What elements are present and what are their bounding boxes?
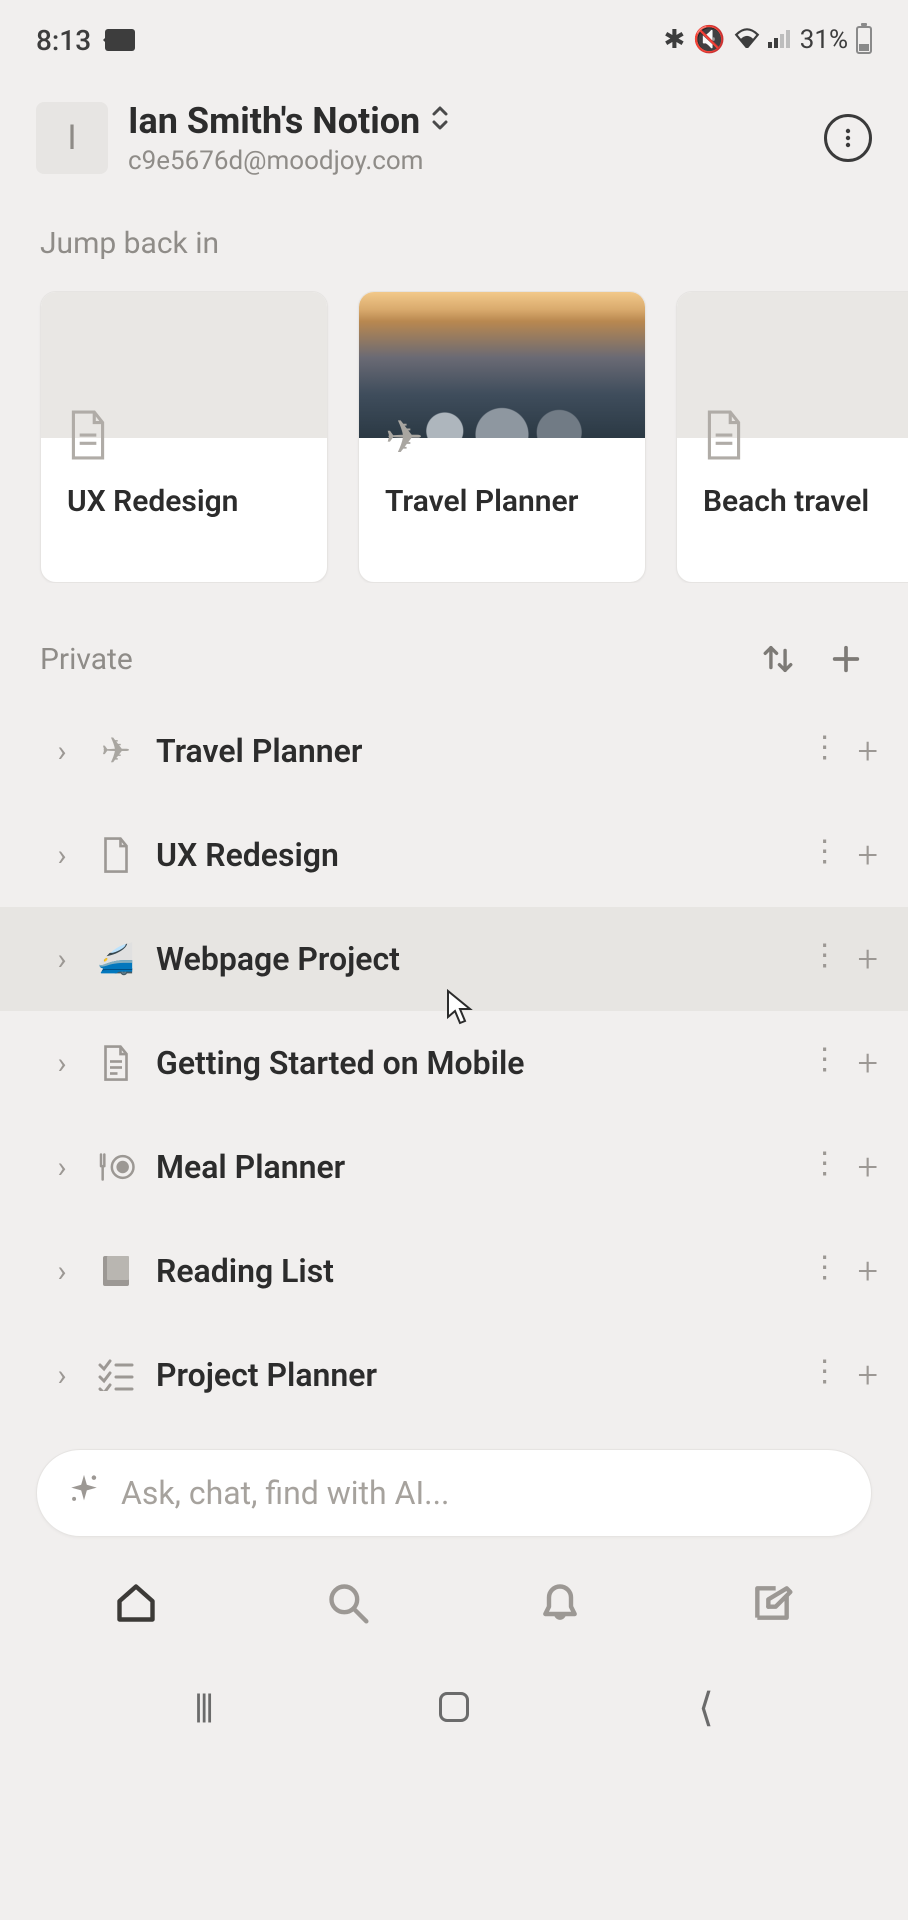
page-title: Project Planner	[156, 1356, 792, 1394]
sort-icon[interactable]	[756, 637, 800, 681]
workspace-title: Ian Smith's Notion	[128, 100, 420, 142]
page-title: Travel Planner	[156, 732, 792, 770]
page-row-getting-started[interactable]: › Getting Started on Mobile ⋮ +	[0, 1011, 908, 1115]
jump-back-row[interactable]: UX Redesign ✈ Travel Planner Beach trave…	[0, 291, 908, 583]
page-row-meal-planner[interactable]: › Meal Planner ⋮ +	[0, 1115, 908, 1219]
add-subpage-icon[interactable]: +	[858, 1354, 878, 1396]
checklist-icon	[94, 1359, 138, 1391]
page-more-icon[interactable]: ⋮	[810, 1042, 838, 1084]
page-title: Getting Started on Mobile	[156, 1044, 792, 1082]
book-icon	[94, 1254, 138, 1288]
page-more-icon[interactable]: ⋮	[810, 730, 838, 772]
train-icon: 🚄	[94, 942, 138, 977]
page-more-icon[interactable]: ⋮	[810, 1354, 838, 1396]
ai-search-bar[interactable]: Ask, chat, find with AI...	[36, 1449, 872, 1537]
jump-back-label: Jump back in	[0, 206, 908, 291]
updown-chevron-icon	[430, 105, 450, 137]
workspace-avatar[interactable]: I	[36, 102, 108, 174]
battery-icon	[856, 26, 872, 54]
page-row-travel-planner[interactable]: › ✈ Travel Planner ⋮ +	[0, 699, 908, 803]
page-row-ux-redesign[interactable]: › UX Redesign ⋮ +	[0, 803, 908, 907]
android-status-bar: 8:13 ✱ 🔇 31%	[0, 0, 908, 80]
camera-recording-icon	[105, 29, 135, 51]
add-subpage-icon[interactable]: +	[858, 1146, 878, 1188]
android-nav-bar: ||| ⟨	[0, 1657, 908, 1757]
add-subpage-icon[interactable]: +	[858, 938, 878, 980]
expand-chevron-icon[interactable]: ›	[48, 838, 76, 873]
wifi-icon	[734, 25, 760, 55]
add-page-icon[interactable]	[824, 637, 868, 681]
expand-chevron-icon[interactable]: ›	[48, 942, 76, 977]
expand-chevron-icon[interactable]: ›	[48, 734, 76, 769]
battery-percent: 31%	[800, 25, 848, 55]
home-tab[interactable]	[106, 1573, 166, 1633]
page-row-webpage-project[interactable]: › 🚄 Webpage Project ⋮ +	[0, 907, 908, 1011]
page-doc-lines-icon	[94, 1045, 138, 1081]
android-home-button[interactable]	[439, 1692, 469, 1722]
jump-back-card[interactable]: UX Redesign	[40, 291, 328, 583]
workspace-header: I Ian Smith's Notion c9e5676d@moodjoy.co…	[0, 80, 908, 206]
expand-chevron-icon[interactable]: ›	[48, 1046, 76, 1081]
page-more-icon[interactable]: ⋮	[810, 1146, 838, 1188]
workspace-email: c9e5676d@moodjoy.com	[128, 146, 824, 176]
page-title: UX Redesign	[156, 836, 792, 874]
add-subpage-icon[interactable]: +	[858, 1250, 878, 1292]
jump-back-card[interactable]: ✈ Travel Planner	[358, 291, 646, 583]
search-tab[interactable]	[318, 1573, 378, 1633]
compose-tab[interactable]	[742, 1573, 802, 1633]
page-title: Reading List	[156, 1252, 792, 1290]
add-subpage-icon[interactable]: +	[858, 1042, 878, 1084]
page-more-icon[interactable]: ⋮	[810, 834, 838, 876]
section-title[interactable]: Private	[40, 642, 133, 677]
page-doc-icon	[703, 410, 745, 472]
add-subpage-icon[interactable]: +	[858, 730, 878, 772]
expand-chevron-icon[interactable]: ›	[48, 1254, 76, 1289]
page-title: Meal Planner	[156, 1148, 792, 1186]
section-private-header: Private	[0, 583, 908, 699]
page-doc-icon	[94, 837, 138, 873]
meal-icon	[94, 1150, 138, 1184]
expand-chevron-icon[interactable]: ›	[48, 1358, 76, 1393]
card-title: Travel Planner	[385, 484, 619, 519]
android-recents-button[interactable]: |||	[194, 1687, 211, 1727]
sparkle-icon	[67, 1472, 101, 1515]
page-title: Webpage Project	[156, 940, 792, 978]
bluetooth-icon: ✱	[664, 25, 686, 55]
more-menu-button[interactable]	[824, 114, 872, 162]
status-time: 8:13	[36, 24, 91, 57]
plane-icon: ✈	[385, 410, 424, 465]
page-more-icon[interactable]: ⋮	[810, 938, 838, 980]
mute-icon: 🔇	[693, 25, 725, 55]
page-row-project-planner[interactable]: › Project Planner ⋮ +	[0, 1323, 908, 1427]
jump-back-card[interactable]: Beach travel	[676, 291, 908, 583]
inbox-tab[interactable]	[530, 1573, 590, 1633]
page-row-reading-list[interactable]: › Reading List ⋮ +	[0, 1219, 908, 1323]
ai-placeholder: Ask, chat, find with AI...	[121, 1474, 449, 1512]
plane-icon: ✈	[94, 730, 138, 772]
workspace-switcher[interactable]: Ian Smith's Notion c9e5676d@moodjoy.com	[128, 100, 824, 176]
expand-chevron-icon[interactable]: ›	[48, 1150, 76, 1185]
card-title: UX Redesign	[67, 484, 301, 519]
card-title: Beach travel	[703, 484, 908, 519]
signal-icon	[768, 25, 792, 55]
page-more-icon[interactable]: ⋮	[810, 1250, 838, 1292]
android-back-button[interactable]: ⟨	[698, 1684, 714, 1731]
app-tab-bar	[0, 1537, 908, 1657]
page-doc-icon	[67, 410, 109, 472]
add-subpage-icon[interactable]: +	[858, 834, 878, 876]
private-page-list: › ✈ Travel Planner ⋮ + › UX Redesign ⋮ +…	[0, 699, 908, 1427]
